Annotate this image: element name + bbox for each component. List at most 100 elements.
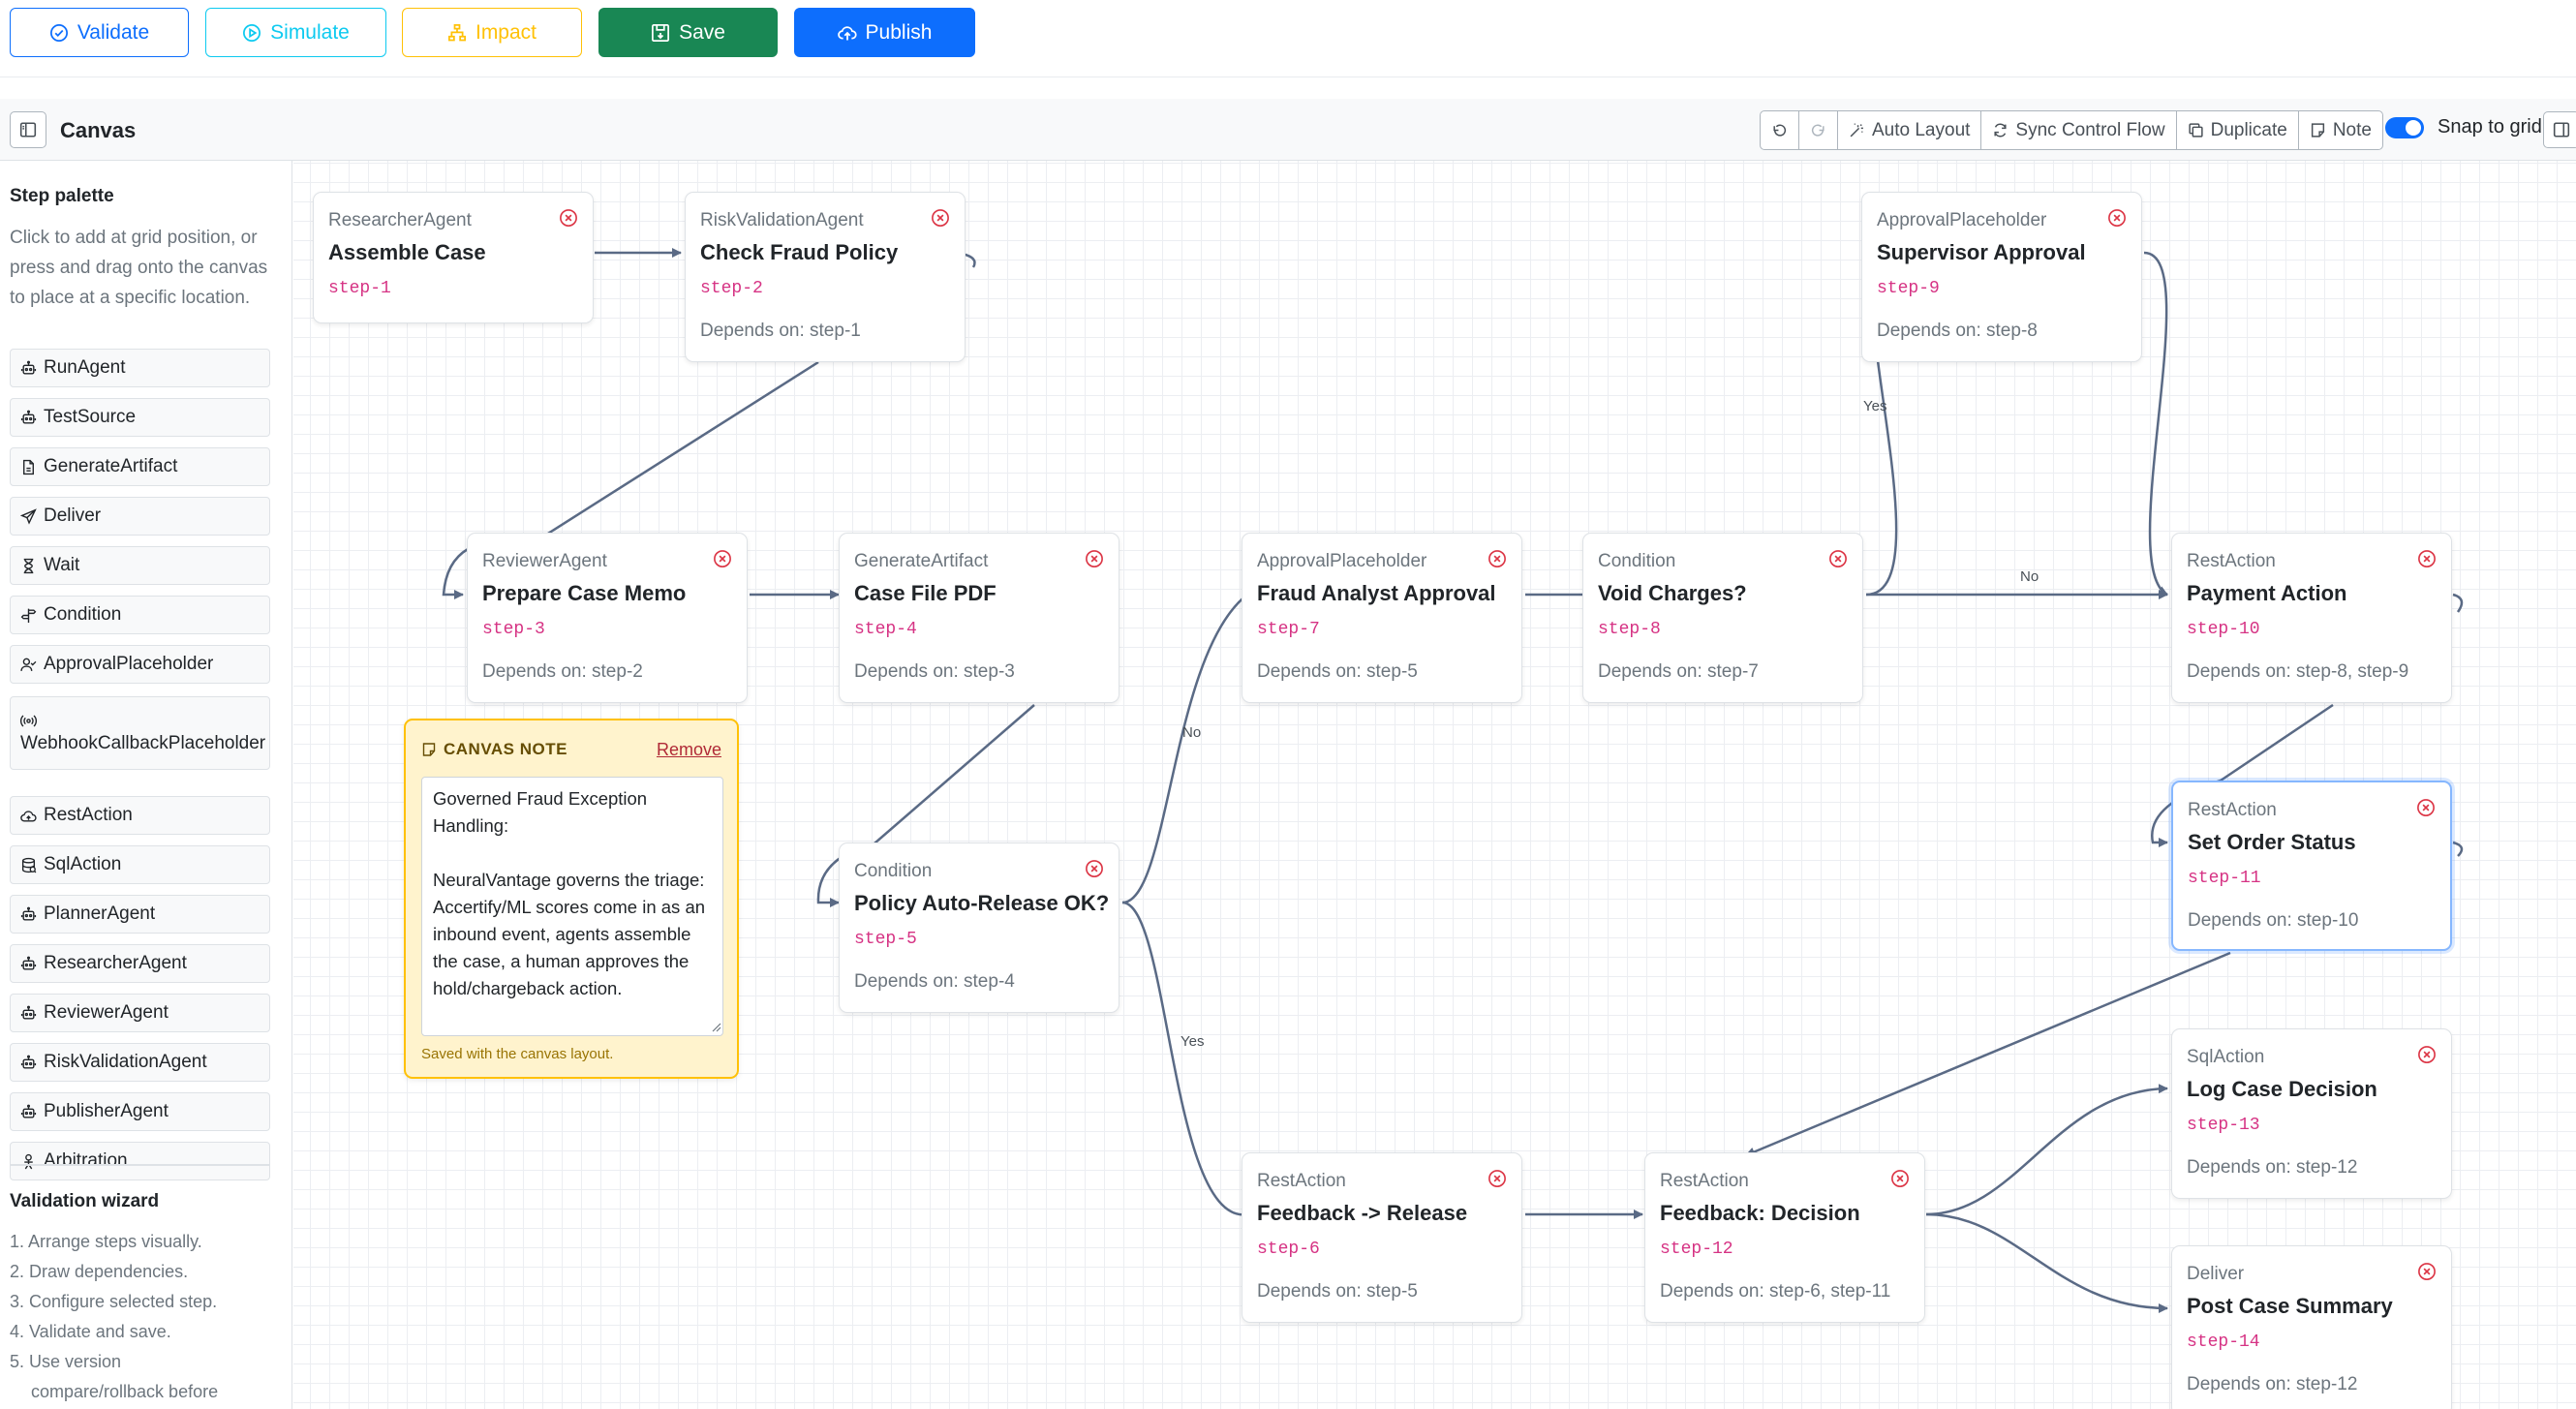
edge-step12-step14[interactable] (1925, 1212, 2168, 1313)
save-icon (652, 23, 670, 42)
remove-step-button[interactable] (559, 208, 578, 228)
undo-button[interactable] (1761, 111, 1799, 149)
resize-grip-icon[interactable] (710, 1021, 721, 1032)
snap-to-grid-toggle[interactable]: Snap to grid (2385, 116, 2542, 138)
step-node-step-3[interactable]: ReviewerAgent Prepare Case Memo step-3 Depe… (467, 533, 748, 703)
auto-layout-button[interactable]: Auto Layout (1838, 111, 1982, 149)
step-type: ReviewerAgent (482, 551, 607, 571)
x-circle-icon (1829, 550, 1847, 567)
sticky-note-icon (422, 743, 436, 756)
simulate-button[interactable]: Simulate (205, 8, 386, 57)
step-dependencies: Depends on: step-3 (854, 661, 1015, 682)
canvas-note[interactable]: CANVAS NOTE Remove Governed Fraud Except… (404, 719, 739, 1079)
edge-step11-step12[interactable] (1745, 951, 2231, 1157)
validate-button[interactable]: Validate (10, 8, 189, 57)
workflow-canvas[interactable]: Yes No No Yes ResearcherAgent Assemble Ca… (293, 161, 2576, 1409)
step-id: step-13 (2187, 1116, 2260, 1135)
palette-item-webhookcallbackplaceholder[interactable]: WebhookCallbackPlaceholder (10, 696, 270, 770)
palette-item-approvalplaceholder[interactable]: ApprovalPlaceholder (10, 645, 270, 684)
step-id: step-3 (482, 620, 545, 639)
edge-label-yes: Yes (1863, 398, 1887, 414)
remove-step-button[interactable] (1487, 1169, 1507, 1188)
x-circle-icon (1891, 1170, 1909, 1187)
step-node-step-13[interactable]: SqlAction Log Case Decision step-13 Depends… (2171, 1028, 2452, 1199)
toggle-sidebar-button[interactable] (10, 111, 46, 148)
remove-step-button[interactable] (2417, 1262, 2437, 1281)
remove-step-button[interactable] (1890, 1169, 1910, 1188)
step-node-step-12[interactable]: RestAction Feedback: Decision step-12 Depen… (1644, 1152, 1925, 1323)
remove-step-button[interactable] (1085, 859, 1104, 878)
x-circle-icon (560, 209, 577, 227)
redo-button[interactable] (1799, 111, 1838, 149)
note-textarea[interactable]: Governed Fraud Exception Handling: Neura… (421, 777, 723, 1036)
palette-item-condition[interactable]: Condition (10, 596, 270, 634)
save-button[interactable]: Save (598, 8, 778, 57)
send-icon (20, 507, 37, 525)
remove-step-button[interactable] (713, 549, 732, 568)
remove-step-button[interactable] (931, 208, 950, 228)
remove-step-button[interactable] (2417, 1045, 2437, 1064)
duplicate-button[interactable]: Duplicate (2177, 111, 2299, 149)
palette-item-researcheragent[interactable]: ResearcherAgent (10, 944, 270, 983)
step-node-step-4[interactable]: GenerateArtifact Case File PDF step-4 Depen… (839, 533, 1119, 703)
x-circle-icon (1488, 1170, 1506, 1187)
remove-step-button[interactable] (1828, 549, 1848, 568)
palette-item-generateartifact[interactable]: GenerateArtifact (10, 447, 270, 486)
step-type: ApprovalPlaceholder (1877, 210, 2047, 230)
publish-label: Publish (865, 20, 933, 44)
x-circle-icon (1086, 860, 1103, 877)
palette-item-sqlaction[interactable]: SqlAction (10, 845, 270, 884)
palette-item-deliver[interactable]: Deliver (10, 497, 270, 536)
note-remove-link[interactable]: Remove (657, 740, 721, 760)
step-type: Condition (1598, 551, 1676, 571)
publish-button[interactable]: Publish (794, 8, 975, 57)
palette-item-restaction[interactable]: RestAction (10, 796, 270, 835)
copy-icon (2188, 123, 2203, 138)
palette-item-riskvalidationagent[interactable]: RiskValidationAgent (10, 1043, 270, 1082)
step-node-step-11[interactable]: RestAction Set Order Status step-11 Depends… (2171, 781, 2452, 951)
remove-step-button[interactable] (2107, 208, 2127, 228)
handle-step10[interactable] (2452, 593, 2464, 613)
wizard-step: 5. Use version (10, 1352, 122, 1371)
step-node-step-2[interactable]: RiskValidationAgent Check Fraud Policy ste… (685, 192, 966, 362)
validation-wizard-steps: 1. Arrange steps visually. 2. Draw depen… (10, 1227, 281, 1407)
edge-label-no: No (2020, 568, 2039, 585)
auto-layout-label: Auto Layout (1872, 119, 1971, 140)
robot-icon (20, 360, 37, 375)
palette-item-testsource[interactable]: TestSource (10, 398, 270, 437)
top-toolbar: Validate Simulate Impact Save Publish (0, 0, 2576, 77)
palette-item-runagent[interactable]: RunAgent (10, 349, 270, 387)
palette-item-publisheragent[interactable]: PublisherAgent (10, 1092, 270, 1131)
edge-step9-step10[interactable] (2143, 251, 2168, 597)
step-title: Check Fraud Policy (700, 240, 899, 264)
palette-item-arbitration[interactable]: Arbitration (10, 1142, 270, 1180)
step-node-step-5[interactable]: Condition Policy Auto-Release OK? step-5 De… (839, 842, 1119, 1013)
sync-icon (1994, 123, 2007, 138)
remove-step-button[interactable] (2417, 549, 2437, 568)
remove-step-button[interactable] (1085, 549, 1104, 568)
palette-item-wait[interactable]: Wait (10, 546, 270, 585)
step-node-step-7[interactable]: ApprovalPlaceholder Fraud Analyst Approva… (1242, 533, 1522, 703)
sync-control-flow-button[interactable]: Sync Control Flow (1981, 111, 2177, 149)
add-note-button[interactable]: Note (2299, 111, 2382, 149)
remove-step-button[interactable] (1487, 549, 1507, 568)
palette-item-revieweragent[interactable]: ReviewerAgent (10, 994, 270, 1032)
edge-step12-step13[interactable] (1925, 1084, 2168, 1216)
handle-step11[interactable] (2452, 841, 2464, 857)
palette-item-planneragent[interactable]: PlannerAgent (10, 895, 270, 934)
step-node-step-14[interactable]: Deliver Post Case Summary step-14 Depends o… (2171, 1245, 2452, 1409)
step-dependencies: Depends on: step-12 (2187, 1374, 2358, 1394)
step-node-step-9[interactable]: ApprovalPlaceholder Supervisor Approval st… (1861, 192, 2142, 362)
step-node-step-1[interactable]: ResearcherAgent Assemble Case step-1 (313, 192, 594, 323)
snap-switch[interactable] (2385, 116, 2424, 138)
duplicate-label: Duplicate (2210, 119, 2287, 140)
x-circle-icon (2418, 1263, 2436, 1280)
toggle-inspector-button[interactable] (2543, 111, 2576, 148)
step-node-step-8[interactable]: Condition Void Charges? step-8 Depends on: … (1582, 533, 1863, 703)
x-circle-icon (2418, 1046, 2436, 1063)
step-dependencies: Depends on: step-10 (2188, 910, 2359, 931)
step-node-step-10[interactable]: RestAction Payment Action step-10 Depends o… (2171, 533, 2452, 703)
remove-step-button[interactable] (2416, 798, 2436, 817)
step-node-step-6[interactable]: RestAction Feedback -> Release step-6 Depen… (1242, 1152, 1522, 1323)
impact-button[interactable]: Impact (402, 8, 582, 57)
